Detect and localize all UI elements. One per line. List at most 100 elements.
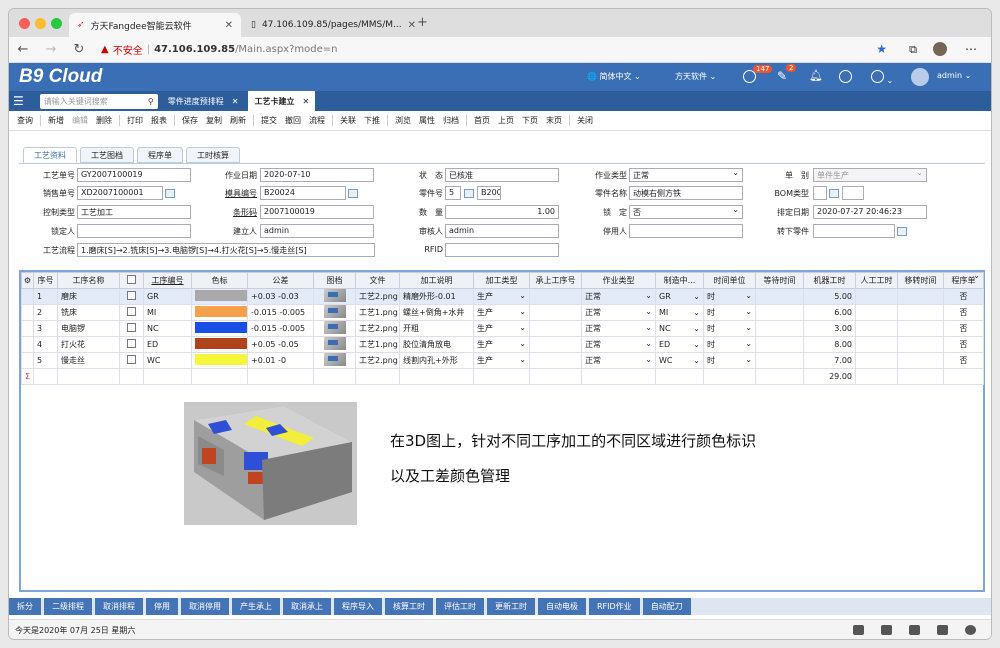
col-header[interactable]: 工序名称 [57,272,120,289]
calc-hours-button[interactable]: 核算工时 [385,598,433,615]
row-checkbox[interactable] [119,304,144,321]
estimate-hours-button[interactable]: 评估工时 [436,598,484,615]
row-checkbox[interactable] [119,352,144,369]
refresh-button[interactable]: 刷新 [226,115,250,126]
tab-process-drawings[interactable]: 工艺图档 [80,147,134,163]
status-field[interactable]: 已核准 [445,168,559,182]
barcode-label[interactable]: 条形码 [205,207,257,218]
barcode-field[interactable]: 2007100019 [260,205,374,219]
manufacture-select[interactable]: NC [655,320,704,337]
qty-field[interactable]: 1.00 [445,205,559,219]
search-icon[interactable]: ⚲ [148,97,154,106]
mold-no-field[interactable]: B20024 [260,186,346,200]
user-menu[interactable]: admin ⌄ [937,71,971,80]
stopper-field[interactable] [629,224,743,238]
close-tab-icon[interactable]: ✕ [408,20,416,31]
search-input[interactable]: 请输入关键词搜索 ⚲ [39,93,158,109]
work-type-select[interactable]: 正常 [581,304,656,321]
bookmark-star-icon[interactable]: ★ [876,42,887,56]
col-header[interactable]: 等待时间 [755,272,804,289]
file-name[interactable]: 工艺1.png [355,336,400,353]
time-unit-select[interactable]: 时 [703,336,756,353]
print-button[interactable]: 打印 [123,115,147,126]
import-program-button[interactable]: 程序导入 [334,598,382,615]
lookup-icon[interactable] [464,189,474,198]
file-name[interactable]: 工艺2.png [355,320,400,337]
sched-field[interactable]: 2020-07-27 20:46:23 [813,205,927,219]
more-menu-icon[interactable]: ⋯ [965,42,977,56]
archive-button[interactable]: 归档 [439,115,463,126]
close-tab-icon[interactable]: ✕ [232,97,239,106]
table-row[interactable]: 4打火花ED+0.05 -0.05工艺1.png胶位清角放电生产正常ED时8.0… [21,336,984,353]
cancel-inherit-button[interactable]: 取消承上 [283,598,331,615]
submit-button[interactable]: 提交 [257,115,281,126]
push-down-button[interactable]: 下推 [360,115,384,126]
work-date-field[interactable]: 2020-07-10 [260,168,374,182]
manufacture-select[interactable]: GR [655,288,704,305]
first-page-button[interactable]: 首页 [470,115,494,126]
close-window-dot[interactable] [19,18,30,29]
col-header[interactable]: 加工说明 [399,272,474,289]
col-header[interactable]: 人工工时 [855,272,898,289]
split-button[interactable]: 拆分 [9,598,41,615]
bom-field[interactable] [813,186,827,200]
xs-no-field[interactable]: XD2007100001 [77,186,163,200]
lookup-icon[interactable] [165,189,175,198]
col-header[interactable]: 图档 [313,272,356,289]
close-tab-icon[interactable]: ✕ [225,20,233,31]
tab-program-sheet[interactable]: 程序单 [137,147,183,163]
work-type-select[interactable]: 正常 [581,352,656,369]
col-header[interactable]: 公差 [247,272,314,289]
user-avatar[interactable] [911,68,929,86]
language-selector[interactable]: 🌐 简体中文 ⌄ [587,71,641,82]
flow-button[interactable]: 流程 [305,115,329,126]
lock-select[interactable]: 否 [629,205,743,219]
auto-electrode-button[interactable]: 自动电极 [538,598,586,615]
part-name-field[interactable]: 动模右侧方铁 [629,186,743,200]
lookup-icon[interactable] [348,189,358,198]
process-type-select[interactable]: 生产 [473,304,530,321]
settings-icon[interactable]: ⚙ [21,272,34,289]
disable-button[interactable]: 停用 [146,598,178,615]
drawing-thumbnail[interactable] [313,320,356,337]
col-header[interactable]: 序号 [33,272,58,289]
save-button[interactable]: 保存 [178,115,202,126]
part-no-suffix-field[interactable]: B200 [477,186,501,200]
close-tab-icon[interactable]: ✕ [302,97,309,106]
time-unit-select[interactable]: 时 [703,320,756,337]
col-header[interactable]: 作业类型 [581,272,656,289]
process-type-select[interactable]: 生产 [473,288,530,305]
home-icon[interactable] [853,625,864,635]
lookup-icon[interactable] [897,227,907,236]
table-row[interactable]: 5慢走丝WC+0.01 -0工艺2.png线割内孔+外形生产正常WC时7.00否 [21,352,984,369]
generate-inherit-button[interactable]: 产生承上 [232,598,280,615]
menu-icon[interactable]: ☰ [13,94,24,108]
edit-toolbar-button[interactable]: 编辑 [68,115,92,126]
url-field[interactable]: ▲ 不安全 | 47.106.109.85/Main.aspx?mode=n [101,42,337,57]
delete-button[interactable]: 删除 [92,115,116,126]
auditor-field[interactable]: admin [445,224,559,238]
row-checkbox[interactable] [119,320,144,337]
edit-button[interactable]: ✎ 2 [777,64,797,83]
manufacture-select[interactable]: WC [655,352,704,369]
mail-icon[interactable] [881,625,892,635]
report-button[interactable]: 报表 [147,115,171,126]
browser-tab[interactable]: ▯ 47.106.109.85/pages/MMS/M... ✕ [243,13,416,37]
drawing-thumbnail[interactable] [313,288,356,305]
share-icon[interactable] [937,625,948,635]
manufacture-select[interactable]: MI [655,304,704,321]
rfid-field[interactable] [445,243,559,257]
tab-process-card[interactable]: 工艺卡建立 ✕ [248,91,316,111]
col-header[interactable]: 色标 [191,272,248,289]
last-page-button[interactable]: 末页 [542,115,566,126]
bell-icon[interactable]: 🔔︎ [809,69,823,82]
play-icon[interactable] [839,70,852,85]
copy-button[interactable]: 复制 [202,115,226,126]
process-type-select[interactable]: 生产 [473,352,530,369]
col-header[interactable]: 承上工序号 [529,272,582,289]
new-button[interactable]: 新增 [44,115,68,126]
lookup-icon[interactable] [829,189,839,198]
gy-no-field[interactable]: GY2007100019 [77,168,191,182]
sub-part-field[interactable] [813,224,895,238]
tab-work-hours[interactable]: 工时核算 [186,147,240,163]
